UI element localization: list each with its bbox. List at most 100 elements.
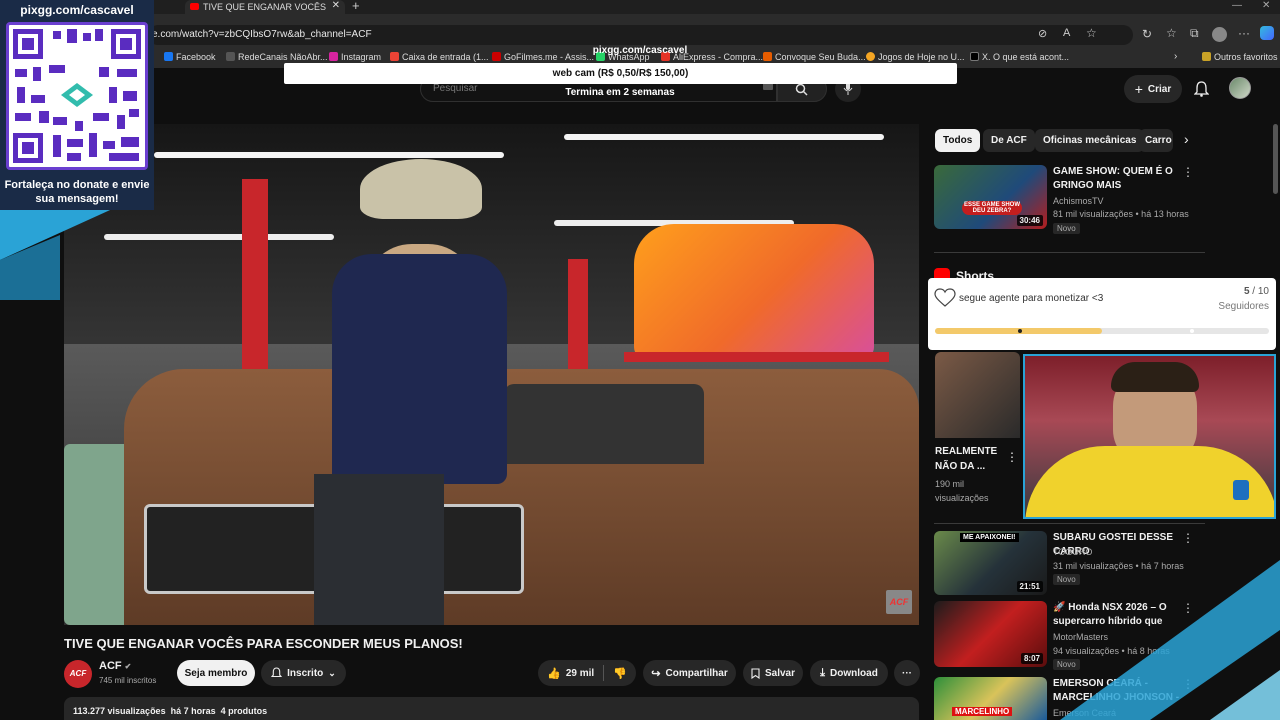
- more-vertical-icon[interactable]: ⋮: [1182, 165, 1194, 179]
- extension-icon[interactable]: ⊘: [1038, 27, 1047, 40]
- page-scrollbar-thumb[interactable]: [1273, 124, 1278, 194]
- download-button[interactable]: ⤓ Download: [810, 660, 888, 686]
- qr-pattern: [13, 29, 141, 163]
- banner-brand: pixgg.com/cascavel: [592, 45, 688, 56]
- chip-cars[interactable]: Carro: [1139, 129, 1173, 152]
- share-label: Compartilhar: [665, 667, 728, 679]
- subscribed-button[interactable]: Inscrito ⌄: [261, 660, 346, 686]
- bookmark-label: Instagram: [341, 52, 382, 62]
- more-actions-button[interactable]: ···: [894, 660, 920, 686]
- video-thumbnail[interactable]: ESSE GAME SHOW DEU ZEBRA? 30:46: [934, 165, 1047, 229]
- bookmark-label: Caixa de entrada (1...: [402, 52, 489, 62]
- recommendation-item[interactable]: ESSE GAME SHOW DEU ZEBRA? 30:46 GAME SHO…: [934, 165, 1194, 235]
- channel-name-row[interactable]: ACF ✔: [99, 660, 131, 672]
- thumbnail-caption: ESSE GAME SHOW DEU ZEBRA?: [962, 201, 1022, 215]
- url-text[interactable]: e.com/watch?v=zbCQIbsO7rw&ab_channel=ACF: [152, 29, 372, 40]
- share-button[interactable]: ↪ Compartilhar: [643, 660, 736, 686]
- channel-watermark[interactable]: ACF: [886, 590, 912, 614]
- folder-icon: [1202, 52, 1211, 61]
- copilot-icon[interactable]: [1260, 26, 1274, 40]
- channel-name[interactable]: ACF: [99, 660, 122, 672]
- chevron-down-icon: ⌄: [328, 667, 336, 678]
- donation-goal-banner: web cam (R$ 0,50/R$ 150,00): [284, 63, 957, 84]
- subscriber-count: 745 mil inscritos: [99, 676, 157, 685]
- gmail-icon: [390, 52, 399, 61]
- refresh-icon[interactable]: ↻: [1142, 27, 1152, 41]
- browser-tab-active[interactable]: TIVE QUE ENGANAR VOCÊS ✕: [185, 0, 345, 14]
- chip-from-acf[interactable]: De ACF: [983, 129, 1035, 152]
- bookmark-redecanais[interactable]: RedeCanais NãoAbr...: [226, 52, 328, 62]
- chip-all[interactable]: Todos: [935, 129, 981, 152]
- video-thumbnail[interactable]: MARCELINHO: [934, 677, 1047, 720]
- team-crest-icon: [1233, 480, 1249, 500]
- subscribed-label: Inscrito: [287, 667, 324, 679]
- favorite-star-icon[interactable]: ☆: [1086, 26, 1097, 40]
- bookmarks-overflow-icon[interactable]: ›: [1174, 51, 1177, 62]
- progress-marker: [1018, 329, 1022, 333]
- browser-tab-bar: TIVE QUE ENGANAR VOCÊS ✕ + — ✕: [0, 0, 1280, 14]
- heart-icon: [934, 288, 956, 307]
- microphone-icon: [843, 82, 853, 95]
- short-views: 190 mil visualizações: [935, 479, 989, 503]
- tab-title: TIVE QUE ENGANAR VOCÊS: [203, 2, 327, 12]
- recommendation-title[interactable]: GAME SHOW: QUEM É O GRINGO MAIS BRASILEI…: [1053, 165, 1188, 193]
- account-avatar[interactable]: [1229, 77, 1251, 99]
- save-button[interactable]: Salvar: [743, 660, 803, 686]
- video-thumbnail[interactable]: 8:07: [934, 601, 1047, 667]
- collections-icon[interactable]: ⧉: [1190, 26, 1199, 41]
- other-favorites[interactable]: Outros favoritos: [1202, 52, 1278, 62]
- bookmark-x[interactable]: X. O que está acont...: [970, 52, 1069, 62]
- join-label: Seja membro: [184, 667, 248, 679]
- short-thumbnail[interactable]: [935, 352, 1020, 438]
- lift-platform: [624, 352, 889, 362]
- instagram-icon: [329, 52, 338, 61]
- progress-marker: [1190, 329, 1194, 333]
- duration-badge: 30:46: [1016, 215, 1043, 226]
- channel-avatar[interactable]: ACF: [64, 660, 92, 688]
- chips-next-chevron-icon[interactable]: ›: [1184, 131, 1189, 147]
- bookmark-label: X. O que está acont...: [982, 52, 1070, 62]
- search-icon: [795, 83, 808, 96]
- create-button[interactable]: + Criar: [1124, 75, 1182, 103]
- bookmark-convoque[interactable]: Convoque Seu Buda...: [763, 52, 866, 62]
- bookmark-label: Facebook: [176, 52, 216, 62]
- goal-count: 5 / 10: [1244, 286, 1269, 297]
- bookmark-gmail[interactable]: Caixa de entrada (1...: [390, 52, 489, 62]
- short-more-icon[interactable]: ⋮: [1006, 450, 1018, 464]
- orange-car: [634, 224, 874, 359]
- new-tab-icon[interactable]: +: [352, 0, 360, 13]
- thumbs-down-icon[interactable]: 👎: [613, 667, 627, 680]
- profile-avatar[interactable]: [1212, 27, 1227, 42]
- more-menu-icon[interactable]: ···: [1238, 26, 1250, 40]
- donation-caption: Fortaleça no donate e envie sua mensagem…: [4, 179, 150, 205]
- bookmark-facebook[interactable]: Facebook: [164, 52, 216, 62]
- like-count[interactable]: 29 mil: [566, 668, 594, 679]
- favorites-icon[interactable]: ☆: [1166, 26, 1177, 40]
- goal-total: 10: [1257, 286, 1269, 297]
- address-bar[interactable]: e.com/watch?v=zbCQIbsO7rw&ab_channel=ACF…: [148, 25, 1133, 45]
- bookmark-jogos[interactable]: Jogos de Hoje no U...: [866, 52, 965, 62]
- minimize-icon[interactable]: —: [1232, 0, 1242, 11]
- plus-icon: +: [1134, 81, 1143, 97]
- close-tab-icon[interactable]: ✕: [332, 0, 340, 11]
- video-player[interactable]: ACF: [64, 124, 919, 625]
- create-label: Criar: [1147, 83, 1172, 95]
- duration-badge: 8:07: [1020, 653, 1043, 664]
- car-windshield: [504, 384, 704, 464]
- search-placeholder: Pesquisar: [433, 83, 478, 94]
- notifications-bell-icon[interactable]: [1194, 81, 1209, 97]
- description-box[interactable]: 113.277 visualizações há 7 horas 4 produ…: [64, 697, 919, 720]
- video-thumbnail[interactable]: ME APAIXONEI! 21:51: [934, 531, 1047, 595]
- webcam-person-hair: [1111, 362, 1199, 392]
- goal-progress-track: [935, 328, 1269, 334]
- chip-mechanical-workshops[interactable]: Oficinas mecânicas: [1035, 129, 1145, 152]
- bookmark-instagram[interactable]: Instagram: [329, 52, 381, 62]
- ceiling-light: [154, 152, 504, 158]
- duration-badge: 21:51: [1016, 581, 1043, 592]
- close-window-icon[interactable]: ✕: [1262, 0, 1270, 11]
- join-button[interactable]: Seja membro: [177, 660, 255, 686]
- thumbs-up-icon[interactable]: 👍: [547, 667, 561, 680]
- read-aloud-icon[interactable]: A: [1063, 27, 1070, 39]
- short-title[interactable]: REALMENTE NÃO DA ...: [935, 444, 1007, 474]
- recommendation-channel[interactable]: AchismosTV: [1053, 194, 1104, 208]
